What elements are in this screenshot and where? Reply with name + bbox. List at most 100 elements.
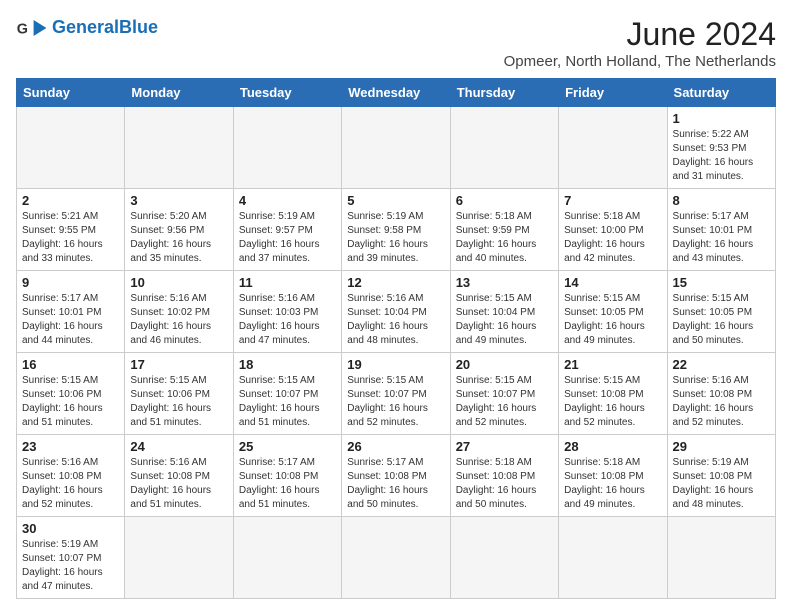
day-info: Sunrise: 5:16 AM Sunset: 10:08 PM Daylig… xyxy=(22,456,119,512)
weekday-header-cell: Wednesday xyxy=(342,79,450,107)
day-number: 28 xyxy=(564,439,661,454)
day-info: Sunrise: 5:18 AM Sunset: 9:59 PM Dayligh… xyxy=(456,210,553,266)
day-number: 23 xyxy=(22,439,119,454)
day-number: 6 xyxy=(456,193,553,208)
day-number: 17 xyxy=(130,357,227,372)
calendar-day-cell: 3 Sunrise: 5:20 AM Sunset: 9:56 PM Daylig… xyxy=(125,189,233,271)
calendar-body: 1Sunrise: 5:22 AM Sunset: 9:53 PM Daylig… xyxy=(17,107,776,599)
calendar-day-cell: 8 Sunrise: 5:17 AM Sunset: 10:01 PM Dayli… xyxy=(667,189,775,271)
calendar-day-cell xyxy=(233,107,341,189)
calendar-day-cell: 11Sunrise: 5:16 AM Sunset: 10:03 PM Dayl… xyxy=(233,271,341,353)
calendar-week-row: 30Sunrise: 5:19 AM Sunset: 10:07 PM Dayl… xyxy=(17,517,776,599)
calendar-day-cell: 27 Sunrise: 5:18 AM Sunset: 10:08 PM Dayl… xyxy=(450,435,558,517)
calendar-day-cell: 7 Sunrise: 5:18 AM Sunset: 10:00 PM Dayli… xyxy=(559,189,667,271)
calendar-day-cell xyxy=(342,517,450,599)
day-info: Sunrise: 5:15 AM Sunset: 10:06 PM Daylig… xyxy=(22,374,119,430)
calendar-day-cell xyxy=(450,517,558,599)
calendar-day-cell: 30Sunrise: 5:19 AM Sunset: 10:07 PM Dayl… xyxy=(17,517,125,599)
calendar-day-cell xyxy=(559,107,667,189)
day-info: Sunrise: 5:22 AM Sunset: 9:53 PM Dayligh… xyxy=(673,128,770,184)
calendar-day-cell xyxy=(125,517,233,599)
calendar-day-cell: 19Sunrise: 5:15 AM Sunset: 10:07 PM Dayl… xyxy=(342,353,450,435)
day-info: Sunrise: 5:18 AM Sunset: 10:08 PM Daylig… xyxy=(564,456,661,512)
calendar-day-cell xyxy=(342,107,450,189)
day-info: Sunrise: 5:15 AM Sunset: 10:05 PM Daylig… xyxy=(673,292,770,348)
svg-text:G: G xyxy=(17,22,28,38)
weekday-header-cell: Friday xyxy=(559,79,667,107)
calendar-day-cell: 17 Sunrise: 5:15 AM Sunset: 10:06 PM Dayl… xyxy=(125,353,233,435)
day-number: 25 xyxy=(239,439,336,454)
calendar-day-cell: 4 Sunrise: 5:19 AM Sunset: 9:57 PM Daylig… xyxy=(233,189,341,271)
calendar-day-cell: 15 Sunrise: 5:15 AM Sunset: 10:05 PM Dayl… xyxy=(667,271,775,353)
logo-blue: Blue xyxy=(119,17,158,37)
calendar-day-cell: 24 Sunrise: 5:16 AM Sunset: 10:08 PM Dayl… xyxy=(125,435,233,517)
calendar-day-cell: 21Sunrise: 5:15 AM Sunset: 10:08 PM Dayl… xyxy=(559,353,667,435)
day-number: 24 xyxy=(130,439,227,454)
day-info: Sunrise: 5:19 AM Sunset: 9:57 PM Dayligh… xyxy=(239,210,336,266)
day-info: Sunrise: 5:16 AM Sunset: 10:04 PM Daylig… xyxy=(347,292,444,348)
weekday-header-cell: Sunday xyxy=(17,79,125,107)
month-year-title: June 2024 xyxy=(504,16,776,53)
calendar-day-cell: 10Sunrise: 5:16 AM Sunset: 10:02 PM Dayl… xyxy=(125,271,233,353)
day-number: 8 xyxy=(673,193,770,208)
weekday-header-cell: Tuesday xyxy=(233,79,341,107)
title-area: June 2024 Opmeer, North Holland, The Net… xyxy=(504,16,776,70)
day-info: Sunrise: 5:20 AM Sunset: 9:56 PM Dayligh… xyxy=(130,210,227,266)
weekday-header-cell: Saturday xyxy=(667,79,775,107)
calendar-table: SundayMondayTuesdayWednesdayThursdayFrid… xyxy=(16,78,776,599)
calendar-day-cell: 13 Sunrise: 5:15 AM Sunset: 10:04 PM Dayl… xyxy=(450,271,558,353)
day-number: 9 xyxy=(22,275,119,290)
day-number: 29 xyxy=(673,439,770,454)
day-info: Sunrise: 5:19 AM Sunset: 10:08 PM Daylig… xyxy=(673,456,770,512)
day-number: 5 xyxy=(347,193,444,208)
day-info: Sunrise: 5:17 AM Sunset: 10:08 PM Daylig… xyxy=(239,456,336,512)
day-number: 4 xyxy=(239,193,336,208)
calendar-day-cell: 18Sunrise: 5:15 AM Sunset: 10:07 PM Dayl… xyxy=(233,353,341,435)
day-number: 14 xyxy=(564,275,661,290)
day-number: 20 xyxy=(456,357,553,372)
calendar-week-row: 2Sunrise: 5:21 AM Sunset: 9:55 PM Daylig… xyxy=(17,189,776,271)
day-number: 13 xyxy=(456,275,553,290)
day-info: Sunrise: 5:19 AM Sunset: 10:07 PM Daylig… xyxy=(22,538,119,594)
calendar-day-cell: 22Sunrise: 5:16 AM Sunset: 10:08 PM Dayl… xyxy=(667,353,775,435)
day-info: Sunrise: 5:17 AM Sunset: 10:01 PM Daylig… xyxy=(673,210,770,266)
day-number: 7 xyxy=(564,193,661,208)
day-number: 26 xyxy=(347,439,444,454)
day-number: 10 xyxy=(130,275,227,290)
calendar-week-row: 23 Sunrise: 5:16 AM Sunset: 10:08 PM Dayl… xyxy=(17,435,776,517)
day-info: Sunrise: 5:18 AM Sunset: 10:08 PM Daylig… xyxy=(456,456,553,512)
day-info: Sunrise: 5:18 AM Sunset: 10:00 PM Daylig… xyxy=(564,210,661,266)
weekday-header-cell: Thursday xyxy=(450,79,558,107)
calendar-day-cell: 28 Sunrise: 5:18 AM Sunset: 10:08 PM Dayl… xyxy=(559,435,667,517)
calendar-week-row: 1Sunrise: 5:22 AM Sunset: 9:53 PM Daylig… xyxy=(17,107,776,189)
day-info: Sunrise: 5:15 AM Sunset: 10:04 PM Daylig… xyxy=(456,292,553,348)
calendar-day-cell xyxy=(125,107,233,189)
day-number: 15 xyxy=(673,275,770,290)
calendar-day-cell xyxy=(17,107,125,189)
weekday-header-row: SundayMondayTuesdayWednesdayThursdayFrid… xyxy=(17,79,776,107)
day-number: 12 xyxy=(347,275,444,290)
calendar-day-cell: 25 Sunrise: 5:17 AM Sunset: 10:08 PM Dayl… xyxy=(233,435,341,517)
calendar-week-row: 9 Sunrise: 5:17 AM Sunset: 10:01 PM Dayli… xyxy=(17,271,776,353)
calendar-day-cell: 29 Sunrise: 5:19 AM Sunset: 10:08 PM Dayl… xyxy=(667,435,775,517)
generalblue-logo-icon: G xyxy=(16,16,48,40)
day-number: 27 xyxy=(456,439,553,454)
logo: G GeneralBlue xyxy=(16,16,158,40)
day-info: Sunrise: 5:17 AM Sunset: 10:01 PM Daylig… xyxy=(22,292,119,348)
day-info: Sunrise: 5:16 AM Sunset: 10:03 PM Daylig… xyxy=(239,292,336,348)
day-info: Sunrise: 5:15 AM Sunset: 10:05 PM Daylig… xyxy=(564,292,661,348)
day-number: 21 xyxy=(564,357,661,372)
location-subtitle: Opmeer, North Holland, The Netherlands xyxy=(504,53,776,70)
calendar-day-cell: 1Sunrise: 5:22 AM Sunset: 9:53 PM Daylig… xyxy=(667,107,775,189)
calendar-day-cell: 20Sunrise: 5:15 AM Sunset: 10:07 PM Dayl… xyxy=(450,353,558,435)
calendar-day-cell: 23 Sunrise: 5:16 AM Sunset: 10:08 PM Dayl… xyxy=(17,435,125,517)
calendar-day-cell: 14 Sunrise: 5:15 AM Sunset: 10:05 PM Dayl… xyxy=(559,271,667,353)
day-info: Sunrise: 5:16 AM Sunset: 10:08 PM Daylig… xyxy=(130,456,227,512)
calendar-day-cell: 2Sunrise: 5:21 AM Sunset: 9:55 PM Daylig… xyxy=(17,189,125,271)
day-number: 3 xyxy=(130,193,227,208)
day-info: Sunrise: 5:15 AM Sunset: 10:06 PM Daylig… xyxy=(130,374,227,430)
day-info: Sunrise: 5:15 AM Sunset: 10:07 PM Daylig… xyxy=(239,374,336,430)
calendar-week-row: 16Sunrise: 5:15 AM Sunset: 10:06 PM Dayl… xyxy=(17,353,776,435)
calendar-day-cell xyxy=(667,517,775,599)
calendar-day-cell: 6 Sunrise: 5:18 AM Sunset: 9:59 PM Daylig… xyxy=(450,189,558,271)
